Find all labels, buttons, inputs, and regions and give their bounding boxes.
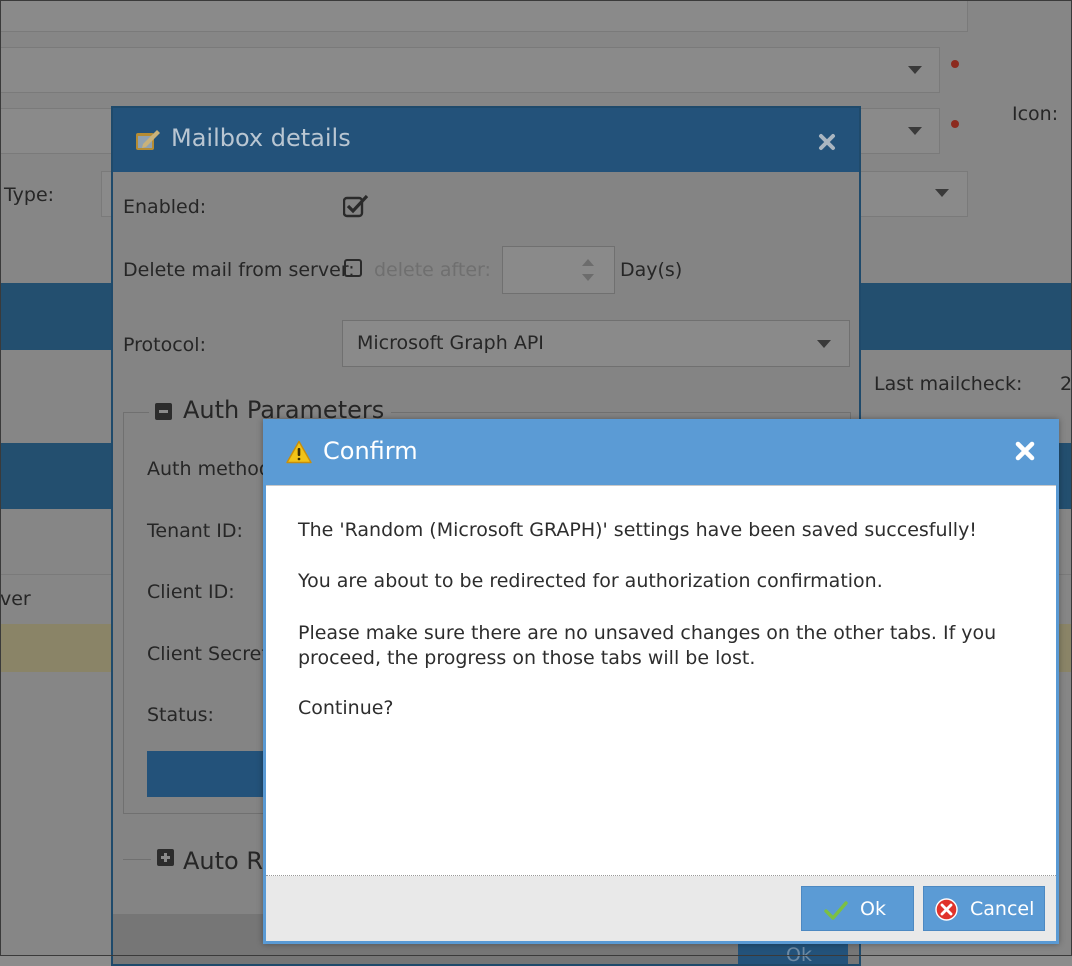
warning-icon [286, 440, 312, 464]
auto-reply-title: Auto R [183, 847, 264, 875]
protocol-select[interactable]: Microsoft Graph API [342, 320, 850, 367]
delete-days-spinner[interactable] [502, 246, 615, 294]
enabled-checkbox[interactable] [343, 194, 369, 218]
confirm-message-continue: Continue? [298, 697, 394, 719]
close-icon[interactable] [818, 133, 836, 151]
confirm-dialog-body: The 'Random (Microsoft GRAPH)' settings … [266, 485, 1056, 876]
type-label: Type: [4, 184, 55, 206]
delete-after-label: delete after: [374, 259, 491, 281]
column-header-server: ver [0, 588, 31, 610]
icon-label: Icon: [1012, 103, 1059, 125]
mailbox-ok-label: Ok [786, 944, 812, 966]
spinner-arrows-icon[interactable] [580, 256, 596, 284]
enabled-label: Enabled: [123, 196, 207, 218]
delete-mail-checkbox[interactable] [344, 259, 362, 277]
confirm-dialog-title: Confirm [323, 437, 418, 465]
ok-button[interactable]: Ok [801, 886, 914, 931]
delete-mail-label: Delete mail from server: [123, 259, 355, 281]
collapse-icon[interactable] [155, 403, 172, 420]
status-label: Status: [147, 704, 214, 726]
client-secret-label: Client Secret: [147, 643, 276, 665]
expand-icon[interactable] [157, 849, 174, 866]
chevron-down-icon [908, 66, 922, 74]
client-id-label: Client ID: [147, 581, 235, 603]
mailbox-dialog-header: Mailbox details [113, 108, 859, 172]
cancel-button-label: Cancel [970, 898, 1035, 920]
required-dot-icon [951, 120, 959, 128]
tenant-id-label: Tenant ID: [147, 520, 243, 542]
cancel-icon [935, 898, 958, 921]
confirm-message-warning: Please make sure there are no unsaved ch… [298, 622, 997, 669]
confirm-message-saved: The 'Random (Microsoft GRAPH)' settings … [298, 519, 977, 541]
confirm-dialog-header: Confirm [263, 419, 1059, 485]
background-select-1 [0, 47, 940, 93]
edit-icon [136, 130, 160, 150]
auth-method-label: Auth method [147, 458, 271, 480]
chevron-down-icon [908, 127, 922, 135]
background-text-field [0, 0, 968, 32]
confirm-message-redirect: You are about to be redirected for autho… [298, 570, 883, 592]
divider [123, 859, 151, 860]
days-label: Day(s) [620, 259, 683, 281]
close-icon[interactable] [1013, 439, 1037, 463]
protocol-selected-value: Microsoft Graph API [357, 332, 544, 354]
chevron-down-icon [935, 189, 949, 197]
protocol-label: Protocol: [123, 334, 206, 356]
ok-button-label: Ok [860, 898, 886, 920]
confirm-dialog-footer: Ok Cancel [266, 876, 1056, 941]
cancel-button[interactable]: Cancel [923, 886, 1045, 931]
last-mailcheck-label: Last mailcheck: [874, 373, 1023, 395]
required-dot-icon [951, 60, 959, 68]
mailbox-dialog-title: Mailbox details [171, 124, 351, 152]
confirm-dialog: Confirm The 'Random (Microsoft GRAPH)' s… [263, 419, 1059, 944]
last-mailcheck-value: 2 [1060, 373, 1072, 395]
chevron-down-icon [817, 340, 831, 348]
checkmark-icon [824, 901, 848, 920]
